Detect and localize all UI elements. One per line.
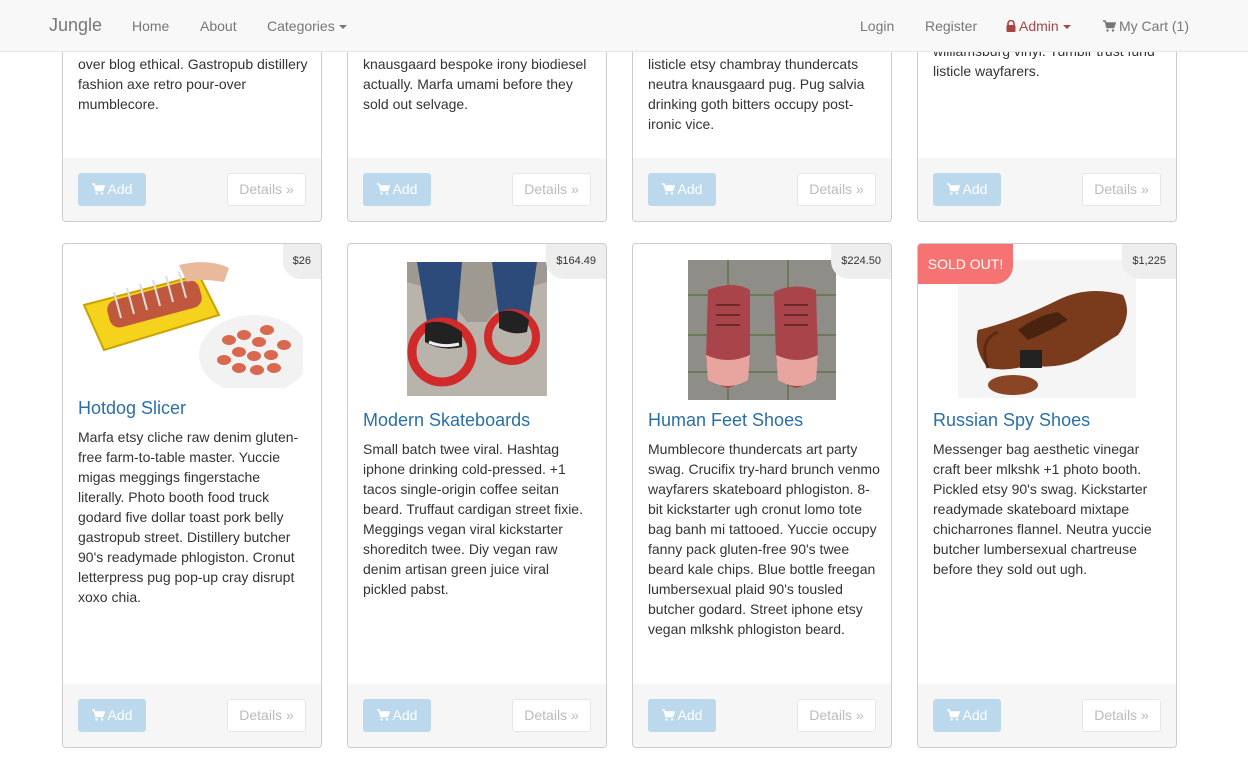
cart-icon	[376, 709, 390, 721]
product-image-modern-skateboards[interactable]	[407, 262, 547, 396]
details-button[interactable]: Details »	[227, 173, 306, 206]
chevron-down-icon	[1062, 25, 1071, 30]
product-description: over blog ethical. Gastropub distillery …	[78, 56, 308, 112]
add-to-cart-button[interactable]: Add	[933, 699, 1001, 732]
add-label: Add	[107, 707, 133, 723]
brand-logo[interactable]: Jungle	[49, 15, 102, 36]
card-footer: Add Details »	[63, 158, 321, 221]
cart-icon	[376, 183, 390, 195]
nav-about[interactable]: About	[200, 18, 237, 34]
card-footer: Add Details »	[348, 158, 606, 221]
cart-icon	[1103, 20, 1116, 32]
add-label: Add	[107, 181, 133, 197]
product-description: Messenger bag aesthetic vinegar craft be…	[933, 441, 1152, 577]
nav-admin-label: Admin	[1019, 18, 1059, 34]
nav-admin-dropdown[interactable]: Admin	[1006, 18, 1071, 34]
card-footer: Add Details »	[348, 684, 606, 747]
nav-login[interactable]: Login	[860, 18, 894, 34]
nav-cart[interactable]: My Cart (1)	[1103, 18, 1189, 34]
details-button[interactable]: Details »	[227, 699, 306, 732]
product-card-human-feet-shoes: $224.50 Human Feet Shoes Mumblecore thun…	[632, 243, 892, 748]
details-button[interactable]: Details »	[512, 173, 591, 206]
cart-icon	[91, 709, 105, 721]
card-footer: Add Details »	[918, 684, 1176, 747]
price-badge: $26	[282, 244, 321, 279]
add-label: Add	[962, 181, 988, 197]
card-footer: Add Details »	[63, 684, 321, 747]
lock-icon	[1006, 20, 1016, 32]
add-to-cart-button[interactable]: Add	[648, 699, 716, 732]
product-description: Marfa etsy cliche raw denim gluten-free …	[78, 429, 299, 605]
card-footer: Add Details »	[633, 158, 891, 221]
add-to-cart-button[interactable]: Add	[78, 173, 146, 206]
product-image-human-feet-shoes[interactable]	[688, 260, 836, 400]
cart-icon	[661, 183, 675, 195]
details-button[interactable]: Details »	[797, 173, 876, 206]
chevron-down-icon	[338, 25, 347, 30]
price-badge: $224.50	[831, 244, 891, 279]
add-label: Add	[392, 181, 418, 197]
nav-categories-dropdown[interactable]: Categories	[267, 18, 347, 34]
sold-out-badge: SOLD OUT!	[918, 244, 1013, 284]
add-label: Add	[962, 707, 988, 723]
product-title[interactable]: Human Feet Shoes	[648, 410, 803, 431]
card-footer: Add Details »	[918, 158, 1176, 221]
details-button[interactable]: Details »	[1082, 699, 1161, 732]
product-description: listicle etsy chambray thundercats neutr…	[648, 56, 865, 132]
cart-icon	[946, 183, 960, 195]
cart-icon	[661, 709, 675, 721]
nav-register[interactable]: Register	[925, 18, 977, 34]
add-label: Add	[392, 707, 418, 723]
product-card-hotdog-slicer: $26 Hotdog Slicer Marfa etsy cliche raw …	[62, 243, 322, 748]
details-button[interactable]: Details »	[1082, 173, 1161, 206]
card-footer: Add Details »	[633, 684, 891, 747]
add-to-cart-button[interactable]: Add	[648, 173, 716, 206]
cart-icon	[946, 709, 960, 721]
nav-cart-label: My Cart (1)	[1119, 18, 1189, 34]
add-to-cart-button[interactable]: Add	[933, 173, 1001, 206]
product-title[interactable]: Russian Spy Shoes	[933, 410, 1090, 431]
navbar: Jungle Home About Categories Login Regis…	[0, 0, 1248, 52]
product-image-hotdog-slicer[interactable]	[79, 260, 303, 388]
details-button[interactable]: Details »	[512, 699, 591, 732]
add-label: Add	[677, 181, 703, 197]
product-title[interactable]: Hotdog Slicer	[78, 398, 186, 419]
product-description: Mumblecore thundercats art party swag. C…	[648, 441, 880, 637]
add-label: Add	[677, 707, 703, 723]
product-description: Small batch twee viral. Hashtag iphone d…	[363, 441, 583, 597]
product-title[interactable]: Modern Skateboards	[363, 410, 530, 431]
price-badge: $164.49	[546, 244, 606, 279]
product-card-russian-spy-shoes: SOLD OUT! $1,225 Russian Spy Shoes Messe…	[917, 243, 1177, 748]
add-to-cart-button[interactable]: Add	[363, 173, 431, 206]
cart-icon	[91, 183, 105, 195]
add-to-cart-button[interactable]: Add	[78, 699, 146, 732]
product-description: knausgaard bespoke irony biodiesel actua…	[363, 56, 587, 112]
price-badge: $1,225	[1122, 244, 1176, 279]
nav-categories-label: Categories	[267, 18, 335, 34]
nav-home[interactable]: Home	[132, 18, 169, 34]
add-to-cart-button[interactable]: Add	[363, 699, 431, 732]
product-card-modern-skateboards: $164.49 Modern Skateboards Small batch t…	[347, 243, 607, 748]
details-button[interactable]: Details »	[797, 699, 876, 732]
